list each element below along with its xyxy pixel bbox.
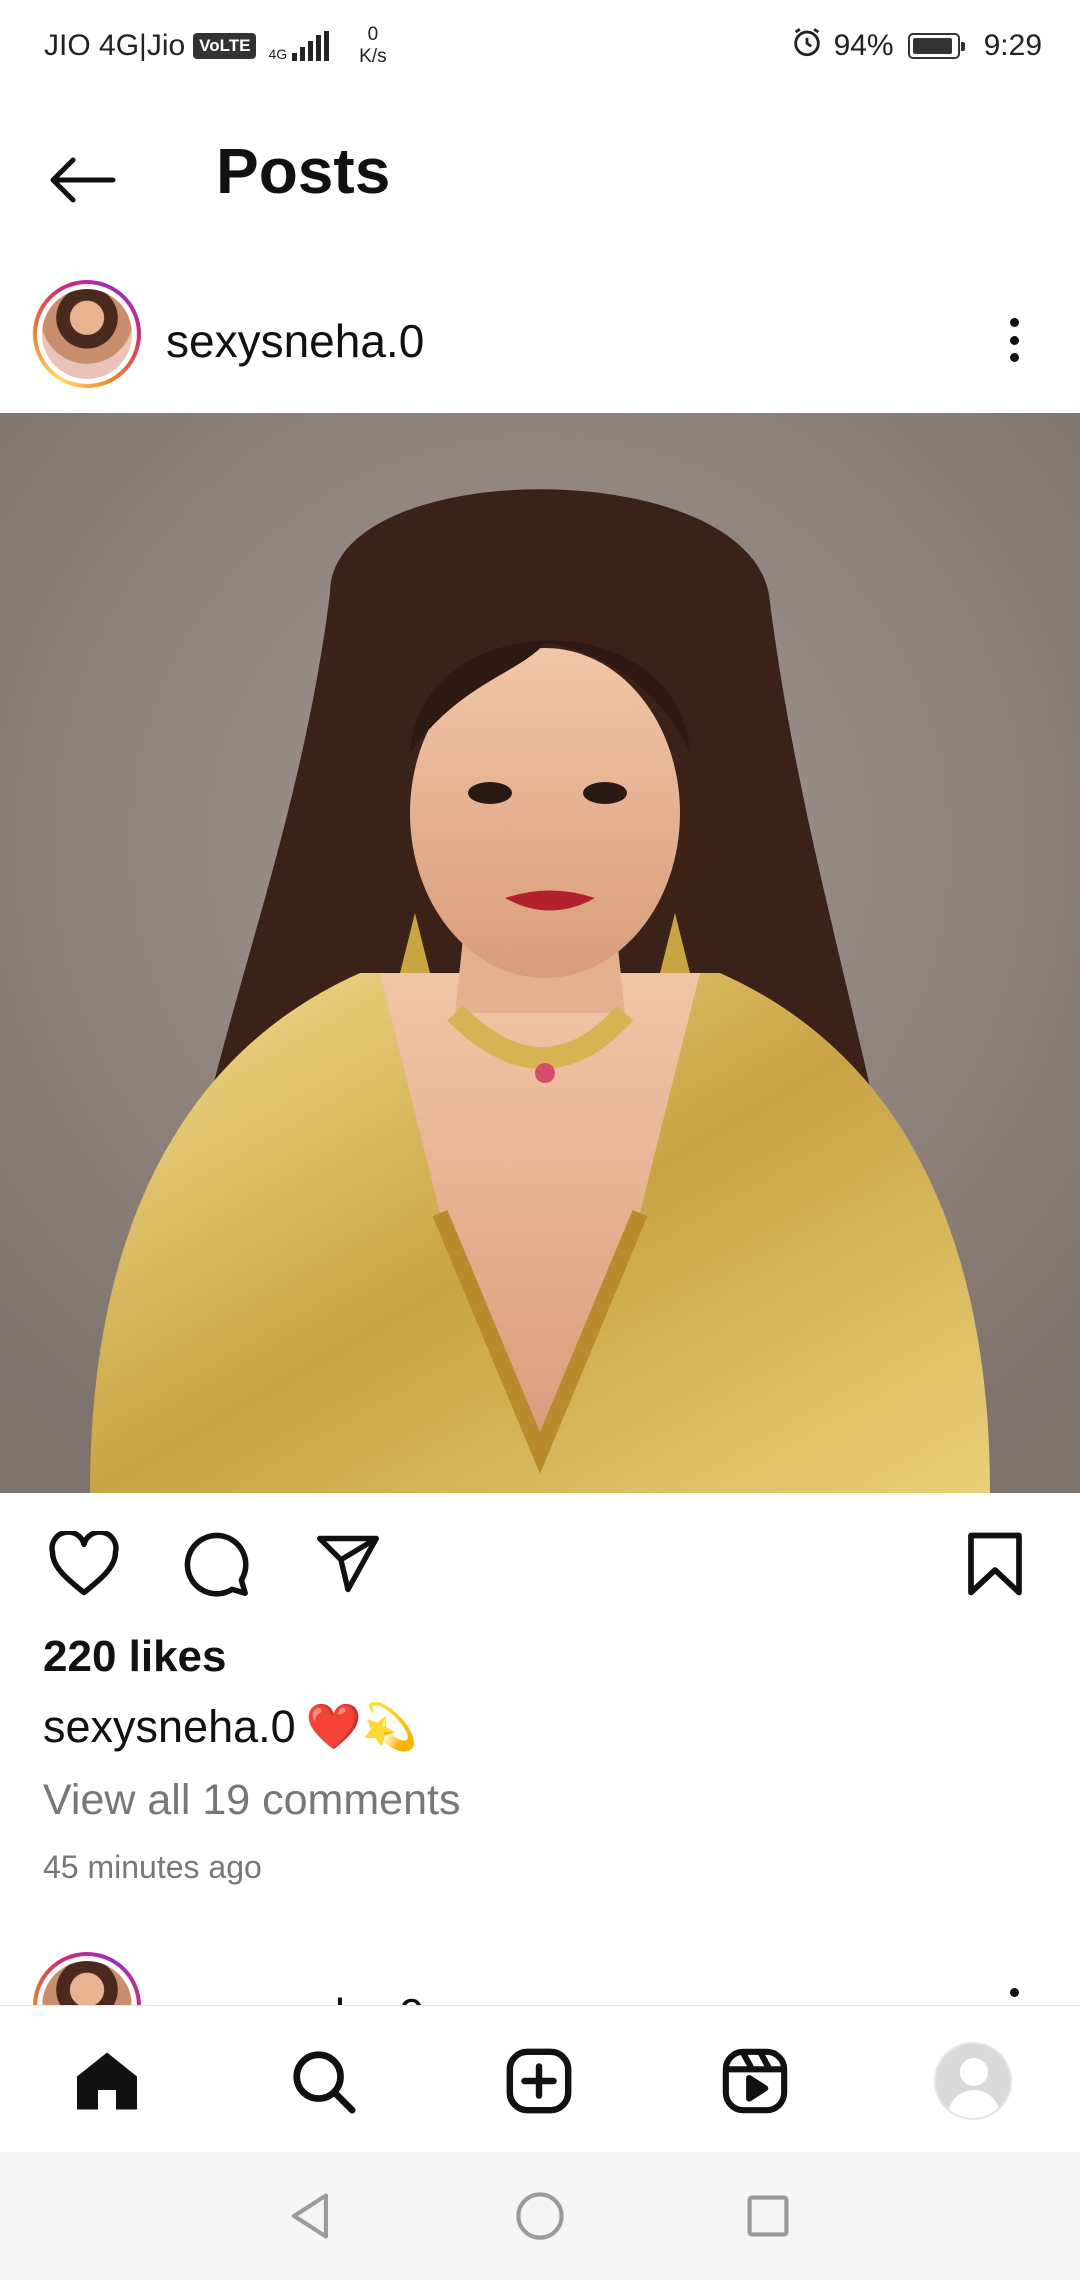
system-recents-button[interactable]	[738, 2186, 798, 2246]
network-gen: 4G	[268, 46, 288, 62]
post-username[interactable]: sexysneha.0	[166, 314, 424, 368]
next-avatar[interactable]	[33, 1952, 141, 2006]
home-circle-icon	[516, 2192, 564, 2240]
system-home-button[interactable]	[510, 2186, 570, 2246]
system-back-button[interactable]	[280, 2186, 340, 2246]
nav-search[interactable]	[278, 2036, 368, 2126]
next-post-username[interactable]: sexysneha.0	[166, 1988, 424, 2006]
next-post-header: sexysneha.0	[0, 1950, 1080, 2006]
volte-badge: VoLTE	[193, 33, 257, 59]
avatar-image	[42, 289, 132, 379]
caption-text: ❤️💫	[305, 1701, 418, 1752]
post-caption: sexysneha.0 ❤️💫	[43, 1700, 418, 1753]
speed-value: 0	[367, 24, 379, 45]
recents-square-icon	[747, 2195, 789, 2237]
bottom-nav	[0, 2005, 1080, 2151]
post-photo-illustration	[0, 413, 1080, 1493]
post-photo[interactable]	[0, 413, 1080, 1493]
clock: 9:29	[983, 29, 1042, 62]
next-avatar-image	[42, 1961, 132, 2006]
back-triangle-icon	[292, 2193, 328, 2239]
avatar-border	[37, 284, 137, 384]
nav-reels[interactable]	[710, 2036, 800, 2126]
alarm-icon	[790, 25, 824, 67]
app-header: Posts	[0, 92, 1080, 256]
network-speed: 0 K/s	[359, 24, 386, 68]
status-bar: JIO 4G|Jio VoLTE 4G 0 K/s 94% 9:29	[0, 0, 1080, 92]
bookmark-icon	[968, 1532, 1022, 1596]
comment-button[interactable]	[176, 1524, 256, 1604]
speed-unit: K/s	[359, 46, 387, 67]
nav-home[interactable]	[62, 2036, 152, 2126]
reels-icon	[722, 2048, 788, 2114]
status-left: JIO 4G|Jio VoLTE 4G 0 K/s	[44, 24, 387, 68]
battery-icon	[907, 33, 965, 59]
comment-icon	[184, 1532, 249, 1597]
arrow-left-icon	[50, 157, 116, 203]
nav-create[interactable]	[494, 2036, 584, 2126]
signal-icon: 4G	[268, 31, 330, 62]
nav-profile[interactable]	[928, 2036, 1018, 2126]
next-avatar-border	[37, 1956, 137, 2006]
share-button[interactable]	[308, 1524, 388, 1604]
profile-icon	[934, 2042, 1012, 2120]
share-icon	[316, 1535, 380, 1593]
carrier-text: JIO 4G|Jio	[44, 29, 186, 62]
heart-icon	[49, 1531, 119, 1596]
view-comments-link[interactable]: View all 19 comments	[43, 1776, 460, 1825]
battery-fill	[912, 38, 953, 54]
page-title: Posts	[216, 135, 391, 207]
battery-percent: 94%	[833, 29, 894, 62]
search-icon	[293, 2051, 356, 2114]
likes-count[interactable]: 220 likes	[43, 1632, 227, 1682]
like-button[interactable]	[44, 1524, 124, 1604]
next-more-vertical-icon[interactable]	[996, 1980, 1032, 2006]
post-header: sexysneha.0	[0, 276, 1080, 412]
home-icon	[77, 2052, 137, 2110]
post-actions	[0, 1500, 1080, 1620]
post-timestamp: 45 minutes ago	[43, 1849, 262, 1885]
system-nav	[0, 2152, 1080, 2280]
avatar[interactable]	[33, 280, 141, 388]
caption-username[interactable]: sexysneha.0	[43, 1701, 296, 1753]
status-right: 94% 9:29	[790, 25, 1042, 67]
back-button[interactable]	[44, 142, 120, 218]
save-button[interactable]	[955, 1524, 1035, 1604]
more-vertical-icon[interactable]	[996, 310, 1032, 370]
create-icon	[506, 2048, 572, 2114]
